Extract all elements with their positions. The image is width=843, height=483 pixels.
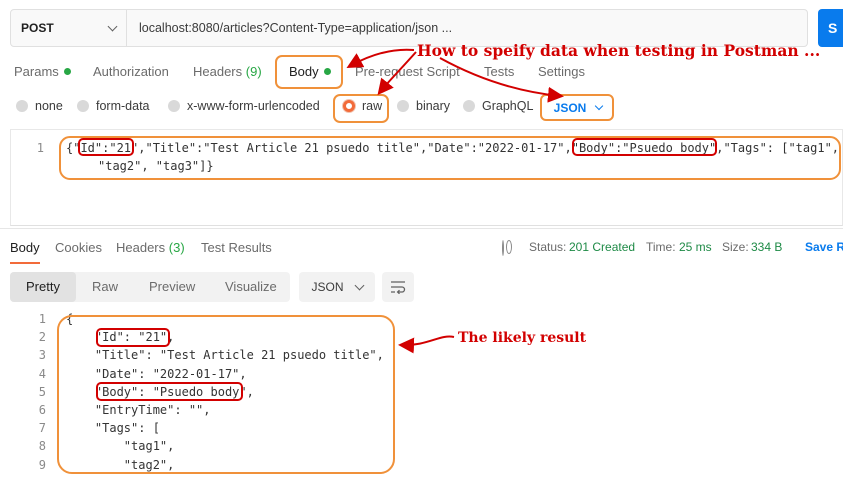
status-value: 201 Created [569,240,636,254]
radio-graphql-label: GraphQL [482,99,534,113]
view-visualize-button[interactable]: Visualize [213,272,289,302]
response-body-line: 3 "Title": "Test Article 21 psuedo title… [10,348,384,366]
radio-raw[interactable]: raw [343,99,382,113]
annotation-result-note: The likely result [458,330,587,346]
send-button[interactable]: S [818,9,843,47]
response-body-line: 1{ [10,312,73,330]
size-value: 334 B [751,240,783,254]
line-number: 4 [38,366,46,381]
line-number: 1 [38,312,46,326]
time-label: Time: [646,240,676,254]
response-body-line: 8 "tag1", [10,439,175,457]
response-body-line: 4 "Date": "2022-01-17", [10,366,247,385]
tab-headers-count: (9) [245,64,262,79]
response-body-line: 7 "Tags": [ [10,421,160,439]
radio-urlencoded-label: x-www-form-urlencoded [187,99,320,113]
request-body-line: {"Id":"21","Title":"Test Article 21 psue… [66,141,840,155]
line-number: 6 [38,403,46,417]
radio-icon [397,100,409,112]
tab-cookies[interactable]: Cookies [55,240,102,255]
line-number: 2 [38,330,46,345]
line-number: 1 [36,141,44,155]
active-tab-indicator [10,262,40,264]
tab-body[interactable]: Body [289,64,331,79]
radio-binary[interactable]: binary [397,99,450,113]
response-body-text: "EntryTime": "", [66,403,211,417]
annotation-heading: How to speify data when testing in Postm… [417,41,821,60]
response-body-text: "Date": "2022-01-17", [66,366,247,381]
tab-response-headers-count: (3) [168,240,185,255]
tab-params-label: Params [14,64,59,79]
status-dot-icon [323,68,331,75]
tab-tests[interactable]: Tests [484,64,514,79]
url-input[interactable]: localhost:8080/articles?Content-Type=app… [127,10,452,46]
request-body-line: "tag2", "tag3"]} [98,159,214,173]
tab-settings[interactable]: Settings [538,64,585,79]
radio-icon [463,100,475,112]
method-select[interactable]: POST [11,10,127,46]
wrap-lines-icon [391,281,406,294]
radio-urlencoded[interactable]: x-www-form-urlencoded [168,99,320,113]
response-status-bar: Status: 201 Created Time: 25 ms Size: 33… [502,240,843,256]
response-body-line: 5 "Body": "Psuedo body", [10,384,254,403]
view-pretty-button[interactable]: Pretty [10,272,76,302]
line-number: 5 [38,384,46,399]
view-preview-button[interactable]: Preview [137,272,207,302]
time-value: 25 ms [679,240,712,254]
wrap-lines-button[interactable] [382,272,414,302]
raw-format-label: JSON [553,101,587,115]
radio-raw-label: raw [362,99,383,113]
radio-icon [77,100,89,112]
line-number: 3 [38,348,46,363]
tab-response-headers[interactable]: Headers (3) [116,240,185,255]
tab-headers[interactable]: Headers (9) [193,64,262,79]
tab-test-results[interactable]: Test Results [201,240,272,255]
response-view-group: Pretty Raw Preview Visualize [10,272,290,302]
chevron-down-icon [354,280,364,290]
line-number: 8 [38,439,46,454]
line-number: 7 [38,421,46,436]
chevron-down-icon [107,21,118,31]
response-format-label: JSON [311,280,344,294]
response-body-text: "tag2", [66,457,175,472]
tab-body-label: Body [289,64,319,79]
tab-headers-label: Headers [193,64,243,79]
response-body-text: "Tags": [ [66,421,160,436]
radio-icon [16,100,28,112]
response-body-line: 2 "Id": "21", [10,330,175,348]
size-label: Size: [722,240,749,254]
tab-pre-request-script[interactable]: Pre-request Script [355,64,460,79]
response-body-line: 9 "tag2", [10,457,175,476]
globe-icon[interactable] [502,240,504,256]
divider [0,228,843,229]
method-label: POST [21,21,54,35]
response-body-text: "Title": "Test Article 21 psuedo title", [66,348,384,363]
radio-none[interactable]: none [16,99,63,113]
radio-binary-label: binary [416,99,451,113]
radio-graphql[interactable]: GraphQL [463,99,533,113]
tab-authorization[interactable]: Authorization [93,64,169,79]
response-body-line: 6 "EntryTime": "", [10,403,211,421]
tab-response-body[interactable]: Body [10,240,40,255]
radio-none-label: none [35,99,63,113]
line-number: 9 [38,457,46,472]
tab-response-headers-label: Headers [116,240,166,255]
save-response-button[interactable]: Save R [805,240,843,254]
response-format-select[interactable]: JSON [299,272,375,302]
raw-format-select[interactable]: JSON [544,97,612,119]
arrow-to-result [398,335,455,354]
radio-selected-icon [343,100,355,112]
tab-params[interactable]: Params [14,64,71,79]
radio-form-data-label: form-data [96,99,150,113]
chevron-down-icon [595,101,604,111]
view-raw-button[interactable]: Raw [80,272,130,302]
status-dot-icon [63,68,71,75]
response-body-text: "tag1", [66,439,175,454]
response-body-text: "Id": "21", [66,330,175,345]
response-body-text: { [66,312,74,326]
radio-icon [168,100,180,112]
radio-form-data[interactable]: form-data [77,99,150,113]
response-body-text: "Body": "Psuedo body", [66,384,254,399]
status-label: Status: [529,240,567,254]
